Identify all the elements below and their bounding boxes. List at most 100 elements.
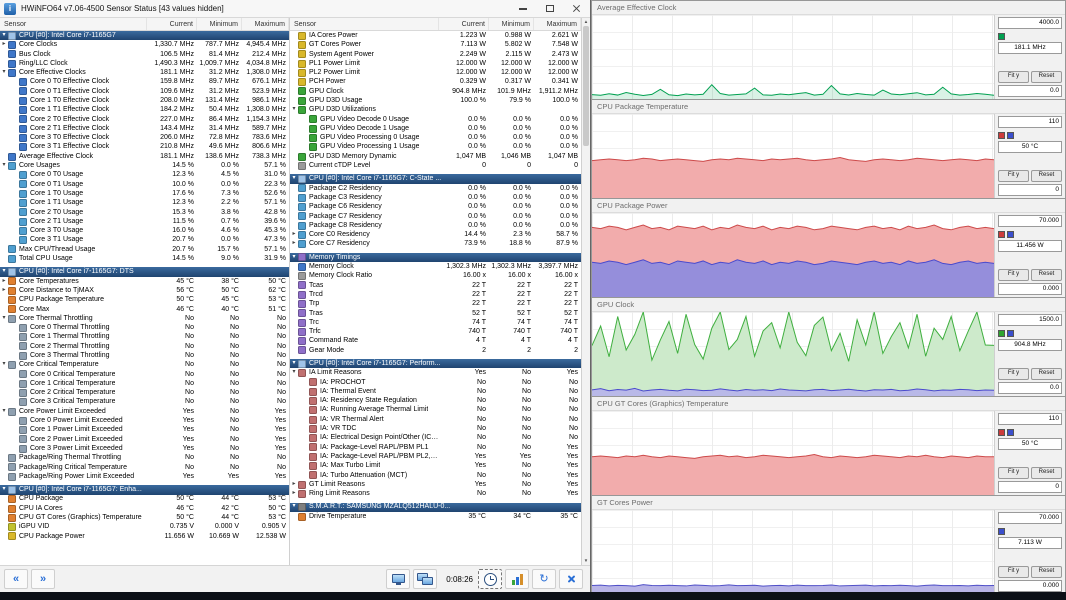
sensor-row[interactable]: Package C2 Residency0.0 %0.0 %0.0 %: [290, 184, 581, 193]
sensor-row[interactable]: iGPU VID0.735 V0.000 V0.905 V: [0, 522, 289, 531]
scale-min-box[interactable]: 0.000: [998, 283, 1062, 295]
sensor-row[interactable]: Core 0 T1 Usage10.0 %0.0 %22.3 %: [0, 180, 289, 189]
sensor-row[interactable]: ▸Core Temperatures45 °C38 °C50 °C: [0, 277, 289, 286]
sensor-row[interactable]: GPU Video Decode 1 Usage0.0 %0.0 %0.0 %: [290, 124, 581, 133]
sensor-row[interactable]: Core 3 T1 Usage20.7 %0.0 %47.3 %: [0, 236, 289, 245]
sensor-row[interactable]: Trfc740 T740 T740 T: [290, 327, 581, 336]
collapse-arrow-icon[interactable]: ▾: [290, 253, 298, 263]
sensor-row[interactable]: IA Cores Power1.223 W0.988 W2.621 W: [290, 31, 581, 40]
sensor-row[interactable]: ▾Core Usages14.5 %0.0 %57.1 %: [0, 161, 289, 170]
sensor-row[interactable]: Trcd22 T22 T22 T: [290, 290, 581, 299]
scale-max-box[interactable]: 110: [998, 116, 1062, 128]
sensor-row[interactable]: Core 2 T0 Effective Clock227.0 MHz86.4 M…: [0, 115, 289, 124]
scale-min-box[interactable]: 0: [998, 481, 1062, 493]
reset-values-button[interactable]: ↻: [532, 569, 556, 589]
sensor-row[interactable]: IA: Residency State RegulationNoNoNo: [290, 396, 581, 405]
close-sensors-button[interactable]: [559, 569, 583, 589]
reset-button[interactable]: Reset: [1031, 368, 1062, 380]
column-header-sensor[interactable]: Sensor: [0, 18, 147, 30]
reset-button[interactable]: Reset: [1031, 566, 1062, 578]
collapse-arrow-icon[interactable]: ▾: [0, 161, 8, 171]
scrollbar-thumb[interactable]: [583, 26, 589, 146]
sensor-row[interactable]: System Agent Power2.249 W2.115 W2.473 W: [290, 50, 581, 59]
sensor-row[interactable]: GPU Video Processing 1 Usage0.0 %0.0 %0.…: [290, 143, 581, 152]
graph-title[interactable]: GPU Clock: [592, 298, 1065, 312]
sensor-row[interactable]: Tcas22 T22 T22 T: [290, 281, 581, 290]
sensor-row[interactable]: CPU Package Temperature50 °C45 °C53 °C: [0, 295, 289, 304]
collapse-arrow-icon[interactable]: ▾: [0, 314, 8, 324]
sensor-row[interactable]: Package/Ring Thermal ThrottlingNoNoNo: [0, 453, 289, 462]
sensor-row[interactable]: ▾GPU D3D Utilizations: [290, 105, 581, 114]
sensor-row[interactable]: Core 0 T0 Usage12.3 %4.5 %31.0 %: [0, 170, 289, 179]
sensor-row[interactable]: ▾Core Thermal ThrottlingNoNoNo: [0, 314, 289, 323]
page-back-button[interactable]: «: [4, 569, 28, 589]
sensor-row[interactable]: Core 3 Thermal ThrottlingNoNoNo: [0, 351, 289, 360]
sensor-row[interactable]: Package C7 Residency0.0 %0.0 %0.0 %: [290, 212, 581, 221]
scroll-down-icon[interactable]: ▼: [584, 557, 588, 565]
sensor-row[interactable]: Max CPU/Thread Usage20.7 %15.7 %57.1 %: [0, 245, 289, 254]
section-header-row[interactable]: ▾CPU [#0]: Intel Core i7-1165G7: DTS: [0, 267, 289, 276]
sensor-row[interactable]: IA: Package-Level RAPL/PBM PL2,PL3YesYes…: [290, 452, 581, 461]
sensor-row[interactable]: Package/Ring Power Limit ExceededYesYesY…: [0, 472, 289, 481]
sensor-row[interactable]: IA: Electrical Design Point/Other (ICC..…: [290, 433, 581, 442]
sensor-row[interactable]: ▾IA Limit ReasonsYesNoYes: [290, 368, 581, 377]
sensor-row[interactable]: ▾Core Power Limit ExceededYesNoYes: [0, 407, 289, 416]
sensor-row[interactable]: Core 1 T1 Effective Clock184.2 MHz50.4 M…: [0, 105, 289, 114]
sensor-row[interactable]: Core 0 T0 Effective Clock159.8 MHz89.7 M…: [0, 77, 289, 86]
sensor-row[interactable]: Gear Mode222: [290, 346, 581, 355]
sensor-row[interactable]: Core 3 Critical TemperatureNoNoNo: [0, 398, 289, 407]
section-header-row[interactable]: ▾CPU [#0]: Intel Core i7-1165G7: [0, 31, 289, 40]
fit-y-button[interactable]: Fit y: [998, 467, 1029, 479]
sensor-row[interactable]: IA: Running Average Thermal LimitNoNoNo: [290, 406, 581, 415]
sensor-row[interactable]: Core 1 T0 Usage17.6 %7.3 %52.6 %: [0, 189, 289, 198]
scrollbar[interactable]: ▲ ▼: [582, 18, 590, 565]
fit-y-button[interactable]: Fit y: [998, 566, 1029, 578]
collapse-arrow-icon[interactable]: ▾: [0, 360, 8, 370]
sensor-row[interactable]: ▾Core Effective Clocks181.1 MHz31.2 MHz1…: [0, 68, 289, 77]
sensor-row[interactable]: Package C3 Residency0.0 %0.0 %0.0 %: [290, 193, 581, 202]
section-header-row[interactable]: ▾CPU [#0]: Intel Core i7-1165G7: Enha...: [0, 485, 289, 494]
clock-button[interactable]: [478, 569, 502, 589]
scale-min-box[interactable]: 0.0: [998, 382, 1062, 394]
sensor-row[interactable]: Core 0 Power Limit ExceededYesNoYes: [0, 416, 289, 425]
sensor-row[interactable]: IA: Turbo Attenuation (MCT)NoNoYes: [290, 471, 581, 480]
sensor-row[interactable]: IA: VR TDCNoNoNo: [290, 424, 581, 433]
scale-max-box[interactable]: 1500.0: [998, 314, 1062, 326]
expand-arrow-icon[interactable]: ▸: [0, 277, 8, 287]
sensor-row[interactable]: Core 2 Power Limit ExceededYesNoYes: [0, 435, 289, 444]
sensor-row[interactable]: Command Rate4 T4 T4 T: [290, 337, 581, 346]
sensor-row[interactable]: Core 3 Power Limit ExceededYesNoYes: [0, 444, 289, 453]
sensor-row[interactable]: Memory Clock Ratio16.00 x16.00 x16.00 x: [290, 271, 581, 280]
sensor-row[interactable]: PCH Power0.329 W0.317 W0.341 W: [290, 77, 581, 86]
scroll-up-icon[interactable]: ▲: [584, 18, 588, 26]
graph-title[interactable]: CPU Package Power: [592, 199, 1065, 213]
sensor-row[interactable]: PL2 Power Limit12.000 W12.000 W12.000 W: [290, 68, 581, 77]
sensor-row[interactable]: Core 2 T0 Usage15.3 %3.8 %42.8 %: [0, 208, 289, 217]
sensor-row[interactable]: IA: Thermal EventNoNoNo: [290, 387, 581, 396]
sensor-row[interactable]: Package C8 Residency0.0 %0.0 %0.0 %: [290, 221, 581, 230]
sensor-row[interactable]: ▸GT Limit ReasonsYesNoYes: [290, 480, 581, 489]
sensor-row[interactable]: Core Max46 °C40 °C51 °C: [0, 305, 289, 314]
sensor-row[interactable]: Core 1 Power Limit ExceededYesNoYes: [0, 425, 289, 434]
section-header-row[interactable]: ▾CPU [#0]: Intel Core i7-1165G7: C-State…: [290, 174, 581, 183]
page-forward-button[interactable]: »: [31, 569, 55, 589]
graph-title[interactable]: CPU GT Cores (Graphics) Temperature: [592, 397, 1065, 411]
sensor-row[interactable]: GPU Clock904.8 MHz101.9 MHz1,911.2 MHz: [290, 87, 581, 96]
column-header-minimum[interactable]: Minimum: [489, 18, 534, 30]
sensor-row[interactable]: Core 2 Critical TemperatureNoNoNo: [0, 388, 289, 397]
scale-min-box[interactable]: 0.000: [998, 580, 1062, 592]
collapse-arrow-icon[interactable]: ▾: [290, 359, 298, 369]
expand-arrow-icon[interactable]: ▸: [0, 40, 8, 50]
fit-y-button[interactable]: Fit y: [998, 368, 1029, 380]
scale-max-box[interactable]: 4000.0: [998, 17, 1062, 29]
sensor-row[interactable]: Core 0 Critical TemperatureNoNoNo: [0, 370, 289, 379]
expand-arrow-icon[interactable]: ▸: [290, 230, 298, 240]
sensor-row[interactable]: ▸Core C0 Residency14.4 %2.3 %58.7 %: [290, 230, 581, 239]
sensor-row[interactable]: PL1 Power Limit12.000 W12.000 W12.000 W: [290, 59, 581, 68]
sensor-row[interactable]: Average Effective Clock181.1 MHz138.6 MH…: [0, 152, 289, 161]
sensor-row[interactable]: ▸Core C7 Residency73.9 %18.8 %87.9 %: [290, 240, 581, 249]
sensor-row[interactable]: IA: Max Turbo LimitYesNoYes: [290, 461, 581, 470]
sensor-row[interactable]: Core 2 Thermal ThrottlingNoNoNo: [0, 342, 289, 351]
sensor-row[interactable]: Core 0 Thermal ThrottlingNoNoNo: [0, 323, 289, 332]
sensor-row[interactable]: Core 3 T1 Effective Clock210.8 MHz49.6 M…: [0, 143, 289, 152]
